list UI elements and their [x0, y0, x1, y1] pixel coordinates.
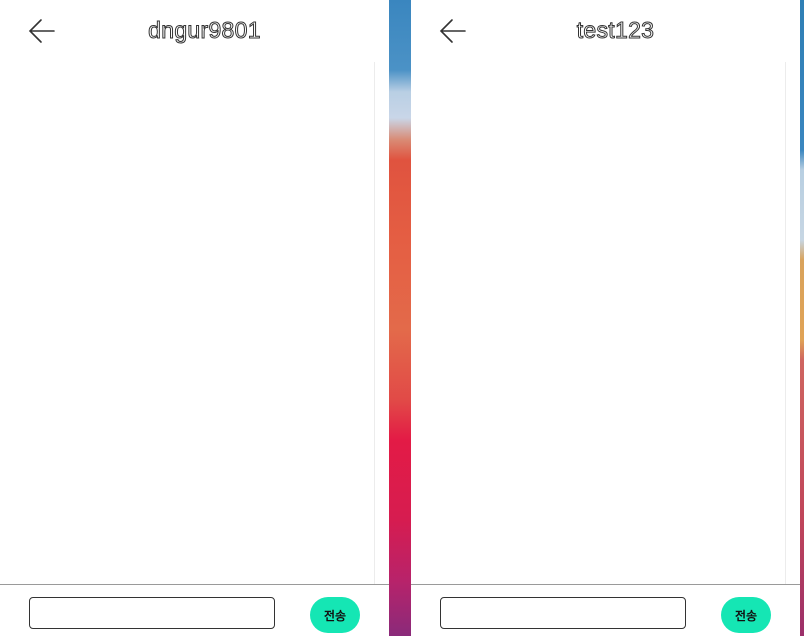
chat-header: test123: [411, 0, 800, 62]
chat-window: test123 전송: [411, 0, 800, 636]
desktop-wallpaper: [389, 0, 411, 636]
chat-footer: 전송: [0, 584, 389, 636]
chat-footer: 전송: [411, 584, 800, 636]
back-button[interactable]: [433, 14, 473, 48]
chat-title: dngur9801: [148, 17, 261, 44]
arrow-left-icon: [28, 19, 55, 43]
desktop-wallpaper: [800, 0, 804, 636]
chat-window: dngur9801 전송: [0, 0, 389, 636]
message-input[interactable]: [29, 597, 275, 629]
back-button[interactable]: [22, 14, 62, 48]
chat-header: dngur9801: [0, 0, 389, 62]
send-button[interactable]: 전송: [310, 597, 360, 633]
send-button[interactable]: 전송: [721, 597, 771, 633]
message-input[interactable]: [440, 597, 686, 629]
message-list[interactable]: [0, 62, 375, 584]
arrow-left-icon: [439, 19, 466, 43]
message-list[interactable]: [411, 62, 786, 584]
chat-title: test123: [576, 17, 655, 44]
